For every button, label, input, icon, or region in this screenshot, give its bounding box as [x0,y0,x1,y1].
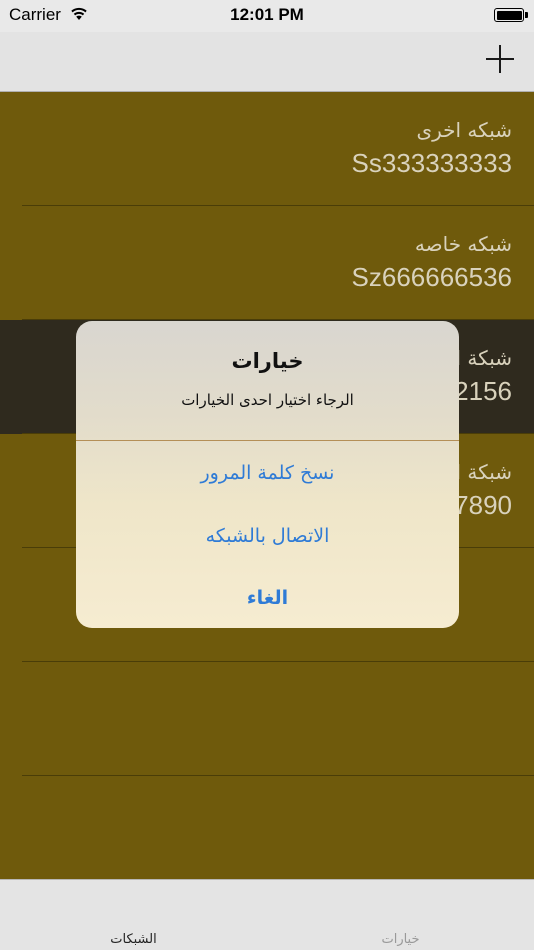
alert-title: خيارات [231,349,304,373]
alert-divider [76,440,459,441]
copy-password-button[interactable]: نسخ كلمة المرور [76,442,459,504]
options-alert: خيارات الرجاء اختيار احدى الخيارات نسخ ك… [76,321,459,628]
alert-overlay: خيارات الرجاء اختيار احدى الخيارات نسخ ك… [0,0,534,950]
cancel-button[interactable]: الغاء [76,567,459,628]
alert-message: الرجاء اختيار احدى الخيارات [181,391,354,409]
connect-network-button[interactable]: الاتصال بالشبكه [76,505,459,567]
app-screen: Carrier 12:01 PM شبكه اخرى Ss333333333 ش… [0,0,534,950]
